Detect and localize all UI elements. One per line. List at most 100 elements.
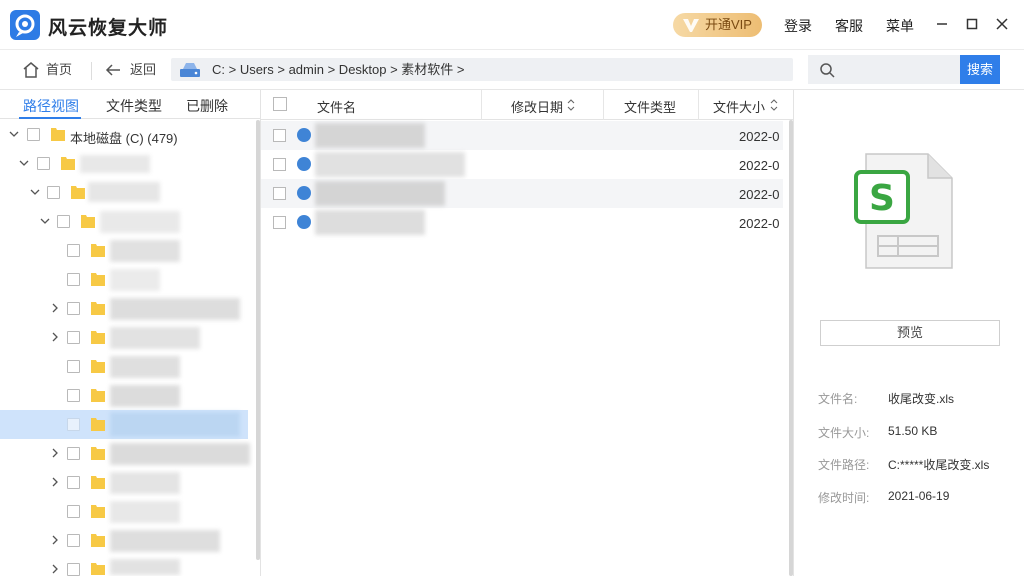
tree-item[interactable] xyxy=(0,207,248,236)
search-input[interactable] xyxy=(842,60,954,80)
chevron-right-icon[interactable] xyxy=(50,448,60,458)
preview-button[interactable]: 预览 xyxy=(820,320,1000,346)
breadcrumb[interactable]: C: > Users > admin > Desktop > 素材软件 > xyxy=(171,58,793,81)
sort-icon[interactable] xyxy=(770,99,778,111)
file-checkbox[interactable] xyxy=(273,187,286,200)
tree-checkbox[interactable] xyxy=(67,389,80,402)
tree-checkbox[interactable] xyxy=(67,476,80,489)
redacted-label xyxy=(110,240,180,262)
home-button[interactable]: 首页 xyxy=(22,60,74,80)
column-divider[interactable] xyxy=(603,90,604,120)
tree-item-label: 本地磁盘 (C) (479) xyxy=(70,131,178,146)
tree-checkbox[interactable] xyxy=(37,157,50,170)
tree-checkbox[interactable] xyxy=(67,534,80,547)
spreadsheet-file-icon: S xyxy=(854,153,953,269)
tab-file-type[interactable]: 文件类型 xyxy=(106,96,162,116)
login-link[interactable]: 登录 xyxy=(784,16,812,36)
tree-checkbox[interactable] xyxy=(67,505,80,518)
tree-item[interactable] xyxy=(0,439,250,468)
column-header-size[interactable]: 文件大小 xyxy=(713,97,765,116)
vip-button[interactable]: 开通VIP xyxy=(673,13,762,37)
file-row[interactable]: 2022-0 xyxy=(261,208,783,237)
redacted-label xyxy=(80,155,150,173)
chevron-right-icon[interactable] xyxy=(50,535,60,545)
drive-icon xyxy=(180,63,200,77)
tab-path-view[interactable]: 路径视图 xyxy=(23,96,79,116)
folder-icon xyxy=(91,534,105,547)
column-header-date[interactable]: 修改日期 xyxy=(511,97,563,116)
tree-item[interactable] xyxy=(0,294,248,323)
tree-item[interactable] xyxy=(0,265,248,294)
maximize-button[interactable] xyxy=(962,14,982,34)
tab-deleted[interactable]: 已删除 xyxy=(186,96,228,116)
tree-checkbox[interactable] xyxy=(67,563,80,576)
chevron-right-icon[interactable] xyxy=(50,477,60,487)
info-value-path: C:*****收尾改变.xls xyxy=(888,458,990,472)
info-label-mtime: 修改时间: xyxy=(818,491,870,505)
info-value-name: 收尾改变.xls xyxy=(888,392,955,406)
menu-link[interactable]: 菜单 xyxy=(886,16,914,36)
close-button[interactable] xyxy=(992,14,1012,34)
file-date: 2022-0 xyxy=(739,187,780,202)
file-checkbox[interactable] xyxy=(273,216,286,229)
chevron-down-icon[interactable] xyxy=(40,216,50,226)
tree-checkbox[interactable] xyxy=(47,186,60,199)
chevron-down-icon[interactable] xyxy=(19,158,29,168)
chevron-right-icon[interactable] xyxy=(50,332,60,342)
redacted-label xyxy=(110,501,180,523)
toolbar: 首页 返回 C: > Users > admin > Desktop > 素材软… xyxy=(0,50,1024,90)
folder-icon xyxy=(91,302,105,315)
tree-item-root[interactable]: 本地磁盘 (C) (479) xyxy=(0,120,248,149)
back-button[interactable]: 返回 xyxy=(104,60,158,80)
chevron-right-icon[interactable] xyxy=(50,303,60,313)
tree-item[interactable] xyxy=(0,352,248,381)
redacted-label xyxy=(110,472,180,494)
tree-scrollbar[interactable] xyxy=(256,120,260,560)
chevron-right-icon[interactable] xyxy=(50,564,60,574)
tree-item[interactable] xyxy=(0,526,248,555)
column-header-type[interactable]: 文件类型 xyxy=(624,97,676,116)
tree-checkbox[interactable] xyxy=(67,360,80,373)
file-row[interactable]: 2022-0 xyxy=(261,150,783,179)
search-button[interactable]: 搜索 xyxy=(960,55,1000,84)
file-row[interactable]: 2022-0 xyxy=(261,121,783,150)
tree-item-selected[interactable] xyxy=(0,410,248,439)
column-divider[interactable] xyxy=(481,90,482,120)
tree-checkbox[interactable] xyxy=(67,244,80,257)
redacted-filename xyxy=(315,123,425,148)
tree-checkbox[interactable] xyxy=(67,273,80,286)
tree-item[interactable] xyxy=(0,555,248,576)
tree-item[interactable] xyxy=(0,323,248,352)
minimize-button[interactable] xyxy=(932,14,952,34)
tree-item[interactable] xyxy=(0,381,248,410)
column-divider[interactable] xyxy=(698,90,699,120)
title-bar: 风云恢复大师 开通VIP 登录 客服 菜单 xyxy=(0,0,1024,50)
column-header-name[interactable]: 文件名 xyxy=(317,97,356,116)
search-box[interactable] xyxy=(808,55,960,84)
file-type-icon xyxy=(297,215,311,229)
select-all-checkbox[interactable] xyxy=(273,97,287,111)
tree-checkbox[interactable] xyxy=(67,447,80,460)
sort-icon[interactable] xyxy=(567,99,575,111)
tree-item[interactable] xyxy=(0,178,248,207)
tree-item[interactable] xyxy=(0,149,248,178)
chevron-down-icon[interactable] xyxy=(9,129,19,139)
chevron-down-icon[interactable] xyxy=(30,187,40,197)
tree-checkbox[interactable] xyxy=(67,418,80,431)
info-label-size: 文件大小: xyxy=(818,426,870,440)
service-link[interactable]: 客服 xyxy=(835,16,863,36)
file-checkbox[interactable] xyxy=(273,129,286,142)
tree-checkbox[interactable] xyxy=(57,215,70,228)
directory-tree-panel: 路径视图 文件类型 已删除 本地磁盘 (C) (479) xyxy=(0,90,261,576)
file-row[interactable]: 2022-0 xyxy=(261,179,783,208)
folder-icon xyxy=(91,476,105,489)
redacted-label xyxy=(100,211,180,233)
redacted-label xyxy=(110,327,200,349)
tree-item[interactable] xyxy=(0,468,248,497)
tree-checkbox[interactable] xyxy=(27,128,40,141)
tree-item[interactable] xyxy=(0,497,248,526)
tree-checkbox[interactable] xyxy=(67,302,80,315)
tree-checkbox[interactable] xyxy=(67,331,80,344)
file-checkbox[interactable] xyxy=(273,158,286,171)
tree-item[interactable] xyxy=(0,236,248,265)
